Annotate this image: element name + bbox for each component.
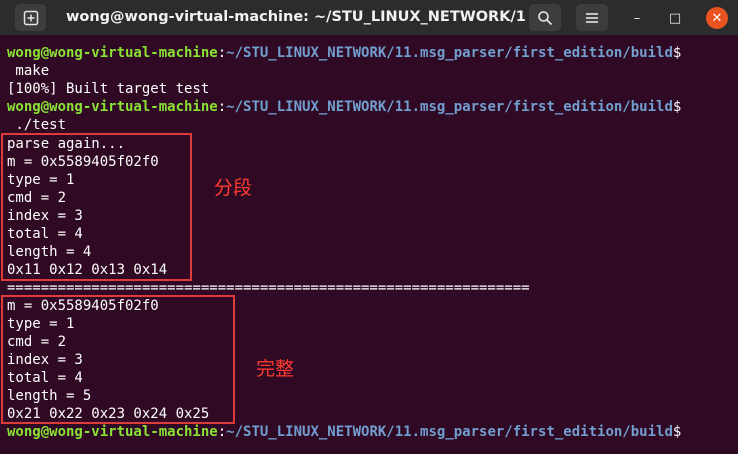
prompt-separator: : [217, 99, 227, 115]
segmented-annotation: 分段 [214, 177, 253, 199]
prompt-path: ~/STU_LINUX_NETWORK/11.msg_parser/first_… [226, 99, 673, 115]
maximize-icon: □ [668, 10, 682, 26]
segmented-highlight-box [1, 133, 192, 281]
maximize-button[interactable]: □ [664, 7, 686, 29]
minimize-icon: – [633, 10, 641, 26]
complete-annotation: 完整 [256, 358, 295, 380]
close-icon: ✕ [711, 10, 723, 26]
prompt-line-3: wong@wong-virtual-machine:~/STU_LINUX_NE… [7, 423, 681, 441]
minimize-button[interactable]: – [626, 7, 648, 29]
new-tab-button[interactable] [15, 4, 46, 31]
hamburger-menu-icon [586, 12, 598, 23]
prompt-line-1: wong@wong-virtual-machine:~/STU_LINUX_NE… [7, 44, 681, 62]
prompt-path: ~/STU_LINUX_NETWORK/11.msg_parser/first_… [226, 424, 673, 440]
close-button[interactable]: ✕ [706, 7, 728, 29]
build-output: [100%] Built target test [7, 81, 210, 97]
window-title: wong@wong-virtual-machine: ~/STU_LINUX_N… [66, 9, 526, 25]
command-make: make [7, 63, 50, 79]
prompt-user-host: wong@wong-virtual-machine [7, 99, 218, 115]
command-test: ./test [7, 117, 67, 133]
menu-button[interactable] [576, 4, 608, 31]
prompt-user-host: wong@wong-virtual-machine [7, 424, 218, 440]
prompt-dollar: $ [672, 45, 682, 61]
new-tab-icon [23, 10, 38, 25]
search-button[interactable] [529, 4, 561, 31]
title-bar: wong@wong-virtual-machine: ~/STU_LINUX_N… [0, 0, 738, 35]
search-icon [538, 10, 553, 25]
prompt-path: ~/STU_LINUX_NETWORK/11.msg_parser/first_… [226, 45, 673, 61]
prompt-line-2: wong@wong-virtual-machine:~/STU_LINUX_NE… [7, 98, 681, 116]
prompt-separator: : [217, 45, 227, 61]
prompt-dollar: $ [672, 99, 682, 115]
prompt-dollar: $ [672, 424, 682, 440]
complete-highlight-box [1, 295, 235, 424]
prompt-separator: : [217, 424, 227, 440]
terminal-area[interactable]: wong@wong-virtual-machine:~/STU_LINUX_NE… [0, 35, 738, 454]
prompt-user-host: wong@wong-virtual-machine [7, 45, 218, 61]
